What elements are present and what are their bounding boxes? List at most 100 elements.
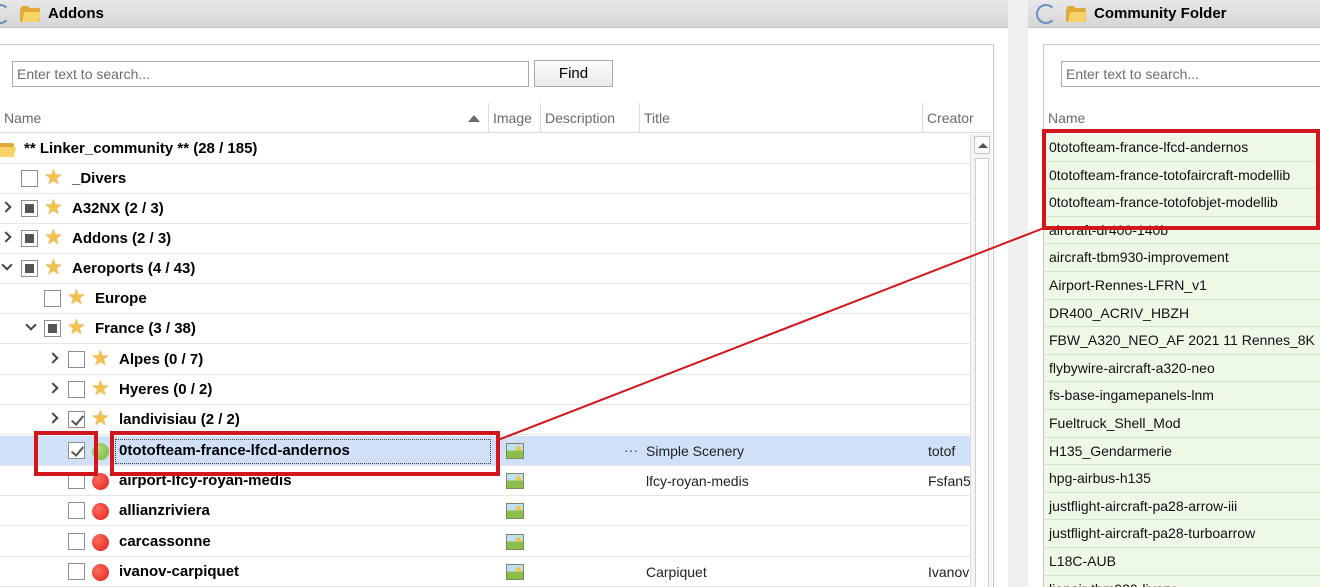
expand-chevron-icon[interactable] [47,352,59,364]
tree-row-france[interactable]: ★ France (3 / 38) [0,314,970,344]
tree-row-label: Aeroports (4 / 43) [72,260,196,277]
image-icon[interactable] [506,473,524,489]
scroll-up-arrow-icon[interactable] [974,136,990,154]
checkbox[interactable] [68,533,85,550]
star-icon: ★ [44,196,63,219]
community-panel-title: Community Folder [1094,5,1227,22]
checkbox[interactable] [68,351,85,368]
star-icon: ★ [67,286,86,309]
addons-column-headers: Name Image Description Title Creator [0,103,992,133]
tree-row-label: Europe [95,290,147,307]
expand-chevron-icon[interactable] [47,382,59,394]
addons-panel-title: Addons [48,5,104,22]
tree-row-allianzriviera[interactable]: allianzriviera [0,496,970,526]
checkbox[interactable] [21,200,38,217]
list-item[interactable]: lionair-tbm930-livery [1044,575,1320,587]
highlight-box-community-items [1042,129,1320,230]
list-item[interactable]: justflight-aircraft-pa28-turboarrow [1044,520,1320,548]
folder-icon [20,5,42,22]
list-item[interactable]: FBW_A320_NEO_AF 2021 11 Rennes_8K [1044,327,1320,355]
list-item[interactable]: hpg-airbus-h135 [1044,465,1320,493]
tree-row-label: Alpes (0 / 7) [119,351,204,368]
creator-cell: Fsfan5 [928,473,970,489]
tree-row-europe[interactable]: ★ Europe [0,284,970,314]
star-icon: ★ [91,377,110,400]
list-item[interactable]: L18C-AUB [1044,548,1320,576]
panel-splitter[interactable] [1008,0,1028,587]
checkbox[interactable] [44,290,61,307]
expand-chevron-icon[interactable] [47,412,59,424]
list-item[interactable]: justflight-aircraft-pa28-arrow-iii [1044,492,1320,521]
star-icon: ★ [44,226,63,249]
tree-row-aeroports[interactable]: ★ Aeroports (4 / 43) [0,254,970,284]
tree-row-label: France (3 / 38) [95,320,196,337]
refresh-icon[interactable] [0,3,10,24]
find-button[interactable]: Find [534,60,613,87]
scroll-thumb[interactable] [975,158,989,587]
expand-chevron-icon[interactable] [0,231,12,243]
star-icon: ★ [91,407,110,430]
list-item[interactable]: flybywire-aircraft-a320-neo [1044,354,1320,383]
tree-row-label: Addons (2 / 3) [72,230,172,247]
highlight-box-checkbox [34,431,98,476]
tree-row-hyeres[interactable]: ★ Hyeres (0 / 2) [0,375,970,405]
list-item[interactable]: Airport-Rennes-LFRN_v1 [1044,272,1320,300]
tree-row-label: ** Linker_community ** (28 / 185) [24,140,258,157]
vertical-scrollbar[interactable] [970,134,992,587]
column-header-name[interactable]: Name [0,103,489,133]
sort-ascending-icon [468,115,480,122]
collapse-chevron-icon[interactable] [1,259,13,271]
list-item[interactable]: DR400_ACRIV_HBZH [1044,299,1320,328]
image-icon[interactable] [506,564,524,580]
title-cell: Simple Scenery [646,443,745,459]
image-icon[interactable] [506,503,524,519]
checkbox[interactable] [21,260,38,277]
tree-row-label: carcassonne [119,533,211,550]
column-header-description[interactable]: Description [541,103,640,133]
app-window: Addons Community Folder Find Name Image … [0,0,1320,587]
image-icon[interactable] [506,534,524,550]
folder-icon [1066,5,1088,22]
column-header-creator[interactable]: Creator [923,103,992,133]
column-header-title[interactable]: Title [640,103,923,133]
community-panel-header: Community Folder [1028,0,1320,28]
checkbox[interactable] [68,563,85,580]
tree-row-addons[interactable]: ★ Addons (2 / 3) [0,224,970,254]
status-error-icon [92,534,109,551]
addons-search-input[interactable] [12,61,529,87]
open-folder-icon [0,141,17,157]
tree-row-root[interactable]: ** Linker_community ** (28 / 185) [0,134,970,164]
checkbox[interactable] [68,502,85,519]
column-header-image[interactable]: Image [489,103,541,133]
expand-chevron-icon[interactable] [0,201,12,213]
tree-row-divers[interactable]: ★ _Divers [0,164,970,194]
creator-cell: Ivanov [928,564,970,580]
more-dots[interactable]: ··· [624,436,638,464]
tree-row-a32nx[interactable]: ★ A32NX (2 / 3) [0,194,970,224]
checkbox[interactable] [44,320,61,337]
tree-row-label: A32NX (2 / 3) [72,200,164,217]
checkbox[interactable] [21,170,38,187]
status-error-icon [92,564,109,581]
highlight-box-addon [110,431,500,476]
image-icon[interactable] [506,443,524,459]
tree-row-label: _Divers [72,170,127,187]
star-icon: ★ [91,347,110,370]
list-item[interactable]: aircraft-tbm930-improvement [1044,244,1320,272]
refresh-icon[interactable] [1036,3,1056,24]
collapse-chevron-icon[interactable] [25,319,37,331]
list-item[interactable]: Fueltruck_Shell_Mod [1044,410,1320,438]
tree-row-label: ivanov-carpiquet [119,563,240,580]
tree-row-label: Hyeres (0 / 2) [119,381,213,398]
checkbox[interactable] [68,411,85,428]
addons-panel-header: Addons [0,0,1008,28]
list-item[interactable]: fs-base-ingamepanels-lnm [1044,382,1320,410]
tree-row-carpiquet[interactable]: ivanov-carpiquet Carpiquet Ivanov [0,557,970,587]
title-cell: lfcy-royan-medis [646,473,749,489]
tree-row-alpes[interactable]: ★ Alpes (0 / 7) [0,345,970,375]
checkbox[interactable] [68,381,85,398]
checkbox[interactable] [21,230,38,247]
community-search-input[interactable] [1061,61,1320,87]
list-item[interactable]: H135_Gendarmerie [1044,437,1320,466]
tree-row-carcassonne[interactable]: carcassonne [0,527,970,557]
